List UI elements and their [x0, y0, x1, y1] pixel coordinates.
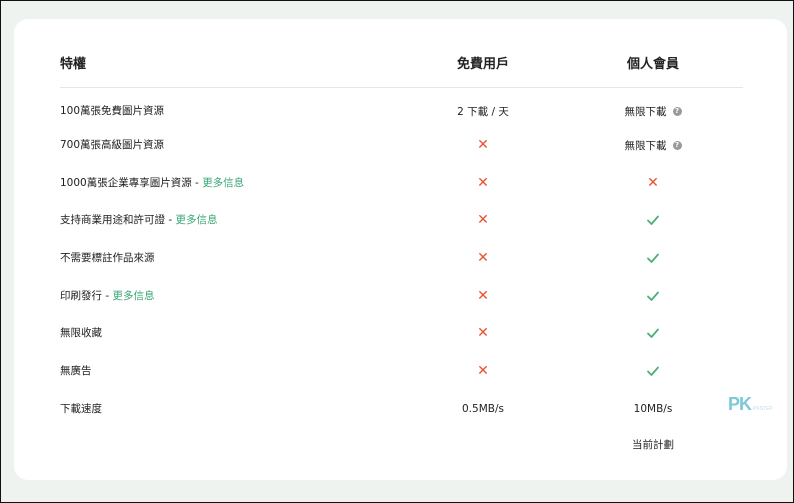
free-user-cell: ✕: [433, 248, 533, 268]
plan-comparison-card: 特權 免費用戶 個人會員 100萬張免費圖片資源 2 下載 / 天無限下載? 700…: [14, 19, 787, 480]
member-cell: [603, 210, 703, 230]
member-cell: 10MB/s: [603, 399, 703, 419]
feature-cell: 印刷發行 - 更多信息: [60, 286, 154, 306]
more-info-link[interactable]: 更多信息: [175, 214, 217, 226]
free-value: 2 下載 / 天: [457, 105, 509, 118]
feature-cell: 不需要標註作品來源: [60, 248, 155, 268]
free-user-cell: 0.5MB/s: [433, 399, 533, 419]
cross-icon: ✕: [477, 325, 489, 341]
info-icon[interactable]: ?: [672, 140, 682, 150]
cross-icon: ✕: [477, 175, 489, 191]
cross-icon: ✕: [647, 175, 659, 191]
check-icon: [646, 213, 660, 227]
table-row: 100萬張免費圖片資源 2 下載 / 天 無限下載?: [60, 101, 743, 121]
feature-cell: 下載速度: [60, 399, 102, 419]
feature-cell: 700萬張高級圖片資源: [60, 135, 164, 155]
member-cell: [603, 286, 703, 306]
feature-label: 無限收藏: [60, 327, 102, 339]
free-user-cell: 2 下載 / 天: [433, 101, 533, 121]
check-icon: [646, 289, 660, 303]
free-user-cell: ✕: [433, 135, 533, 155]
header-feature: 特權: [60, 57, 87, 72]
check-icon: [646, 364, 660, 378]
table-row: 1000萬張企業專享圖片資源 - 更多信息 ✕ ✕: [60, 173, 743, 193]
header-personal-member: 個人會員: [626, 57, 679, 72]
feature-cell: 1000萬張企業專享圖片資源 - 更多信息: [60, 173, 244, 193]
feature-label: 100萬張免費圖片資源: [60, 105, 165, 117]
member-cell: [603, 248, 703, 268]
feature-cell: 無限收藏: [60, 323, 102, 343]
member-value: 無限下載: [624, 105, 667, 118]
check-icon: [646, 251, 660, 265]
cross-icon: ✕: [477, 363, 489, 379]
free-value: 0.5MB/s: [462, 403, 504, 415]
feature-label: 1000萬張企業專享圖片資源 -: [60, 177, 203, 189]
free-user-cell: ✕: [433, 173, 533, 193]
feature-label: 無廣告: [60, 365, 92, 377]
member-cell: ✕: [603, 173, 703, 193]
member-value: 無限下載: [624, 139, 667, 152]
member-cell: [603, 323, 703, 343]
info-icon[interactable]: ?: [672, 106, 682, 116]
table-row: 無限收藏 ✕: [60, 323, 743, 343]
current-plan-label: 当前計劃: [632, 439, 674, 451]
table-row: 支持商業用途和許可證 - 更多信息 ✕: [60, 210, 743, 230]
cross-icon: ✕: [477, 137, 489, 153]
table-header: 特權 免費用戶 個人會員: [60, 19, 743, 88]
watermark-text: PK: [728, 394, 752, 414]
feature-label: 不需要標註作品來源: [60, 252, 155, 264]
header-free-user: 免費用戶: [456, 57, 509, 72]
feature-cell: 無廣告: [60, 361, 92, 381]
feature-label: 印刷發行 -: [60, 290, 113, 302]
member-cell: [603, 361, 703, 381]
feature-label: 支持商業用途和許可證 -: [60, 214, 176, 226]
member-cell: 無限下載?: [603, 135, 703, 155]
free-user-cell: ✕: [433, 210, 533, 230]
cross-icon: ✕: [477, 250, 489, 266]
free-user-cell: ✕: [433, 361, 533, 381]
free-user-cell: ✕: [433, 323, 533, 343]
cross-icon: ✕: [477, 288, 489, 304]
feature-label: 下載速度: [60, 403, 102, 415]
table-row: 印刷發行 - 更多信息 ✕: [60, 286, 743, 306]
feature-label: 700萬張高級圖片資源: [60, 139, 165, 151]
more-info-link[interactable]: 更多信息: [202, 177, 244, 189]
feature-cell: 支持商業用途和許可證 - 更多信息: [60, 210, 217, 230]
table-row: 不需要標註作品來源 ✕: [60, 248, 743, 268]
member-cell: 無限下載?: [603, 101, 703, 121]
watermark-subtext: PKSTEP: [753, 406, 773, 412]
table-row: 700萬張高級圖片資源 ✕ 無限下載?: [60, 135, 743, 155]
table-row: 下載速度 0.5MB/s 10MB/s: [60, 399, 743, 419]
more-info-link[interactable]: 更多信息: [112, 290, 154, 302]
cross-icon: ✕: [477, 212, 489, 228]
screenshot-frame: 特權 免費用戶 個人會員 100萬張免費圖片資源 2 下載 / 天無限下載? 700…: [0, 0, 794, 503]
feature-cell: 100萬張免費圖片資源: [60, 101, 164, 121]
watermark-logo: PK PKSTEP: [728, 394, 773, 415]
free-user-cell: ✕: [433, 286, 533, 306]
check-icon: [646, 326, 660, 340]
member-value: 10MB/s: [633, 403, 673, 415]
table-row: 無廣告 ✕: [60, 361, 743, 381]
